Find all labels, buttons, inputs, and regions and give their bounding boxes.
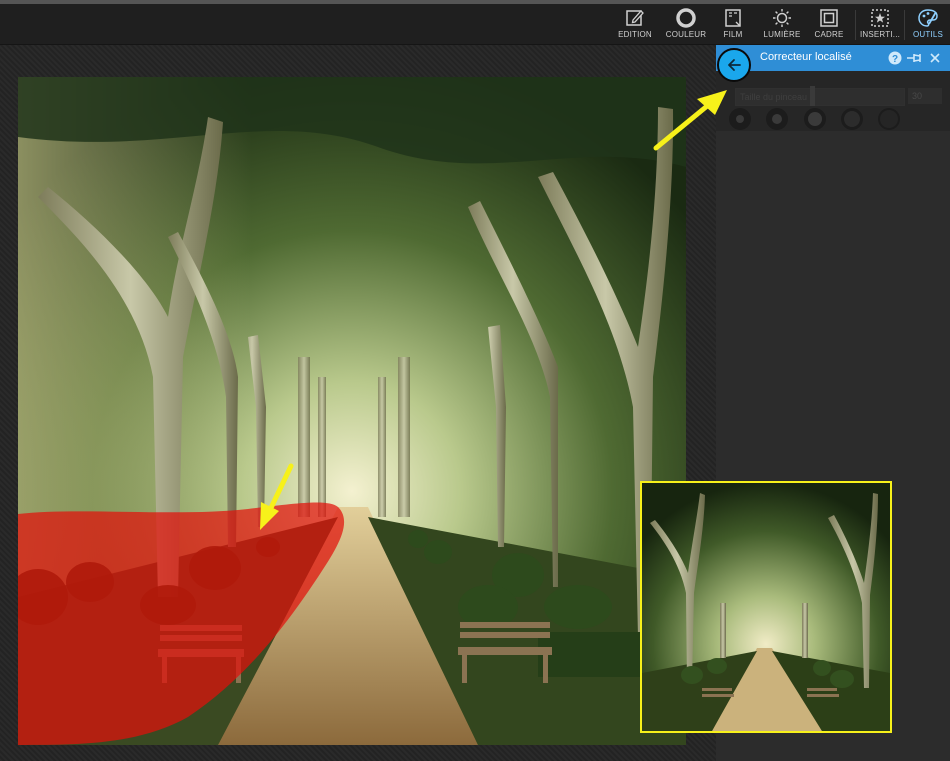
tool-film[interactable]: FILM <box>716 4 750 44</box>
tool-edition-label: EDITION <box>618 30 652 39</box>
tool-cadre[interactable]: CADRE <box>810 4 848 44</box>
panel-title: Correcteur localisé <box>760 51 852 63</box>
tool-lumiere-label: LUMIÈRE <box>763 30 801 39</box>
tool-outils[interactable]: OUTILS <box>908 4 948 44</box>
tool-couleur-label: COULEUR <box>665 30 707 39</box>
frame-icon <box>820 9 838 27</box>
arrow-left-icon <box>728 59 741 71</box>
brush-size-label: Taille du pinceau <box>740 92 808 102</box>
brush-size-thumb[interactable] <box>810 86 815 106</box>
color-circle-icon <box>676 8 696 28</box>
pin-icon[interactable] <box>906 51 924 65</box>
tools-palette-icon <box>918 9 938 27</box>
film-icon <box>725 9 741 27</box>
tool-film-label: FILM <box>723 30 743 39</box>
brush-preset[interactable] <box>841 108 863 130</box>
tool-cadre-label: CADRE <box>814 30 844 39</box>
tool-outils-label: OUTILS <box>912 30 944 39</box>
edit-icon <box>626 10 644 26</box>
tool-insertions[interactable]: INSERTI... <box>858 4 902 44</box>
brush-preset[interactable] <box>766 108 788 130</box>
tool-couleur[interactable]: COULEUR <box>664 4 708 44</box>
tool-edition[interactable]: EDITION <box>614 4 656 44</box>
brush-preset[interactable] <box>804 108 826 130</box>
brush-preset[interactable] <box>878 108 900 130</box>
close-icon[interactable] <box>928 51 942 65</box>
help-icon[interactable]: ? <box>888 51 902 65</box>
brush-preset[interactable] <box>729 108 751 130</box>
back-button[interactable] <box>717 48 751 82</box>
toolbar-separator <box>904 10 905 40</box>
top-toolbar: EDITION COULEUR FILM LUMIÈRE CADRE INSER… <box>0 4 950 45</box>
insert-star-icon <box>871 9 889 27</box>
result-preview-inset <box>640 481 892 733</box>
brush-size-value[interactable]: 30 <box>908 88 942 104</box>
svg-text:?: ? <box>892 54 898 65</box>
tool-lumiere[interactable]: LUMIÈRE <box>760 4 804 44</box>
tool-insertions-label: INSERTI... <box>859 30 901 39</box>
preview-photo <box>642 483 890 731</box>
main-photo[interactable] <box>18 77 686 745</box>
sun-icon <box>773 9 791 27</box>
toolbar-separator <box>855 10 856 40</box>
garden-alley-photo <box>18 77 686 745</box>
